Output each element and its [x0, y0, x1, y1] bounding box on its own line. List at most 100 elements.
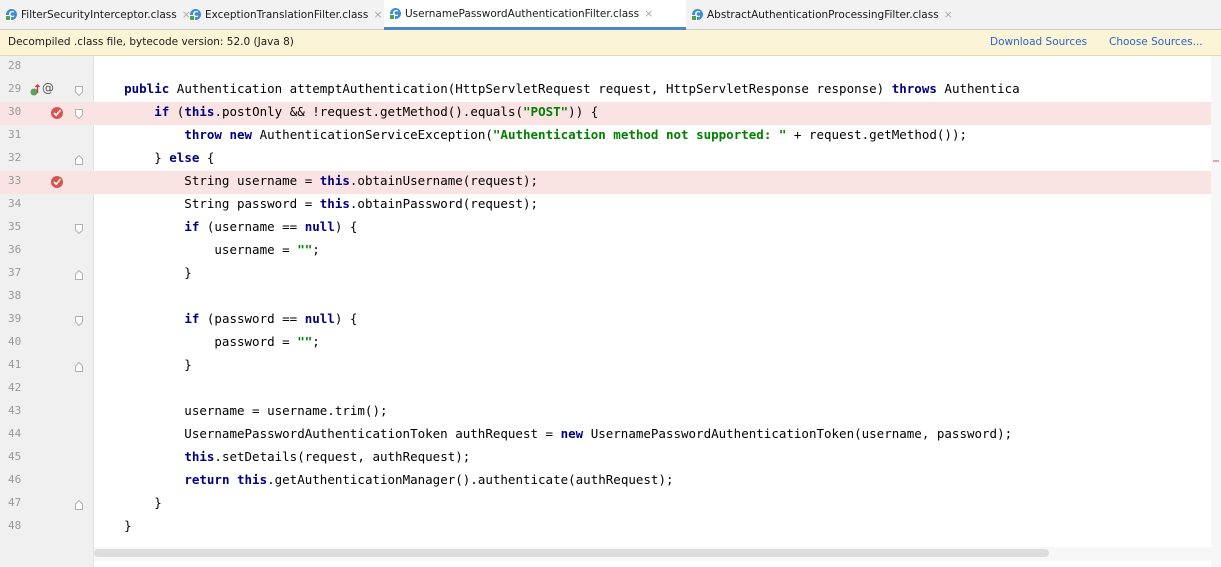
vertical-scrollbar[interactable]: [1211, 56, 1221, 567]
tab-filter-security-interceptor[interactable]: C FilterSecurityInterceptor.class ×: [0, 0, 191, 29]
gutter-line: 38: [0, 286, 94, 309]
code-line: if (password == null) {: [94, 309, 1221, 332]
gutter-line: 34: [0, 194, 94, 217]
line-number: 42: [8, 381, 22, 394]
editor-gutter: 28 29 @ 30 31 32 33 34 35 36 37 38 39 40…: [0, 56, 94, 567]
class-icon: C: [5, 9, 17, 21]
tab-label: AbstractAuthenticationProcessingFilter.c…: [707, 8, 939, 21]
tab-label: FilterSecurityInterceptor.class: [21, 8, 177, 21]
code-line: return this.getAuthenticationManager().a…: [94, 470, 1221, 493]
line-number: 32: [8, 151, 22, 164]
code-line-text: username = username.trim();: [94, 403, 388, 418]
fold-close-icon[interactable]: [75, 362, 83, 372]
code-line: password = "";: [94, 332, 1221, 355]
code-line-text: }: [94, 495, 162, 510]
gutter-line-breakpoint: 33: [0, 171, 94, 194]
decompiled-notice-bar: Decompiled .class file, bytecode version…: [0, 30, 1221, 56]
code-line-text: if (password == null) {: [184, 311, 358, 326]
code-line: UsernamePasswordAuthenticationToken auth…: [94, 424, 1221, 447]
code-line: } else {: [94, 148, 1221, 171]
fold-open-icon[interactable]: [75, 109, 83, 119]
code-text-area[interactable]: public Authentication attemptAuthenticat…: [94, 56, 1221, 567]
code-line-text: if (this.postOnly && !request.getMethod(…: [154, 104, 599, 119]
fold-close-icon[interactable]: [75, 155, 83, 165]
line-number: 34: [8, 197, 22, 210]
code-line: public Authentication attemptAuthenticat…: [94, 79, 1221, 102]
line-number: 29: [8, 82, 22, 95]
code-line: }: [94, 516, 1221, 539]
gutter-line: 40: [0, 332, 94, 355]
gutter-line: 45: [0, 447, 94, 470]
line-number: 28: [8, 59, 22, 72]
code-line-text: String username = this.obtainUsername(re…: [94, 173, 539, 188]
code-line-text: this.setDetails(request, authRequest);: [184, 449, 471, 464]
code-line-text: }: [94, 265, 192, 280]
class-icon: C: [189, 9, 201, 21]
code-line: }: [94, 355, 1221, 378]
editor-tab-bar: C FilterSecurityInterceptor.class × C Ex…: [0, 0, 1221, 30]
code-line: this.setDetails(request, authRequest);: [94, 447, 1221, 470]
gutter-line: 36: [0, 240, 94, 263]
line-number: 35: [8, 220, 22, 233]
gutter-line: 31: [0, 125, 94, 148]
gutter-line: 46: [0, 470, 94, 493]
code-line-text: if (username == null) {: [184, 219, 358, 234]
line-number: 33: [8, 174, 22, 187]
code-line-text: }: [94, 518, 132, 533]
line-number: 48: [8, 519, 22, 532]
tab-label: ExceptionTranslationFilter.class: [205, 8, 369, 21]
line-number: 39: [8, 312, 22, 325]
code-line-text: String password = this.obtainPassword(re…: [94, 196, 539, 211]
code-line-text: public Authentication attemptAuthenticat…: [124, 81, 1020, 96]
code-line-text: username = "";: [94, 242, 320, 257]
line-number: 36: [8, 243, 22, 256]
horizontal-scrollbar-thumb[interactable]: [94, 549, 1049, 557]
code-line-text: }: [94, 357, 192, 372]
code-line: }: [94, 263, 1221, 286]
line-number: 47: [8, 496, 22, 509]
fold-open-icon[interactable]: [75, 224, 83, 234]
line-number: 41: [8, 358, 22, 371]
breakpoint-icon[interactable]: [50, 175, 64, 189]
breakpoint-scroll-marker: [1213, 160, 1219, 162]
code-line: username = username.trim();: [94, 401, 1221, 424]
fold-close-icon[interactable]: [75, 270, 83, 280]
fold-close-icon[interactable]: [75, 500, 83, 510]
breakpoint-icon[interactable]: [50, 106, 64, 120]
line-number: 37: [8, 266, 22, 279]
fold-open-icon[interactable]: [75, 86, 83, 96]
line-number: 45: [8, 450, 22, 463]
tab-username-password-authentication-filter[interactable]: C UsernamePasswordAuthenticationFilter.c…: [384, 0, 686, 30]
tab-label: UsernamePasswordAuthenticationFilter.cla…: [405, 7, 640, 20]
tab-exception-translation-filter[interactable]: C ExceptionTranslationFilter.class ×: [184, 0, 384, 29]
line-number: 31: [8, 128, 22, 141]
code-editor[interactable]: 28 29 @ 30 31 32 33 34 35 36 37 38 39 40…: [0, 56, 1221, 567]
code-line: String password = this.obtainPassword(re…: [94, 194, 1221, 217]
line-number: 38: [8, 289, 22, 302]
code-line-breakpoint: String username = this.obtainUsername(re…: [94, 171, 1221, 194]
code-line-text: password = "";: [94, 334, 320, 349]
download-sources-link[interactable]: Download Sources: [990, 36, 1087, 48]
tab-abstract-authentication-processing-filter[interactable]: C AbstractAuthenticationProcessingFilter…: [686, 0, 966, 29]
fold-open-icon[interactable]: [75, 316, 83, 326]
close-icon[interactable]: ×: [644, 7, 653, 20]
code-line-text: } else {: [94, 150, 215, 165]
gutter-line: 48: [0, 516, 94, 539]
choose-sources-link[interactable]: Choose Sources...: [1109, 36, 1203, 48]
code-line: }: [94, 493, 1221, 516]
gutter-line: 42: [0, 378, 94, 401]
gutter-line: 28: [0, 56, 94, 79]
close-icon[interactable]: ×: [944, 8, 953, 21]
code-line-breakpoint: if (this.postOnly && !request.getMethod(…: [94, 102, 1221, 125]
class-icon: C: [691, 9, 703, 21]
annotation-icon: @: [42, 81, 54, 95]
code-line-text: throw new AuthenticationServiceException…: [184, 127, 968, 142]
gutter-line: 43: [0, 401, 94, 424]
implements-icon[interactable]: [30, 83, 40, 97]
code-line-text: UsernamePasswordAuthenticationToken auth…: [94, 426, 1013, 441]
code-line: if (username == null) {: [94, 217, 1221, 240]
close-icon[interactable]: ×: [373, 8, 382, 21]
